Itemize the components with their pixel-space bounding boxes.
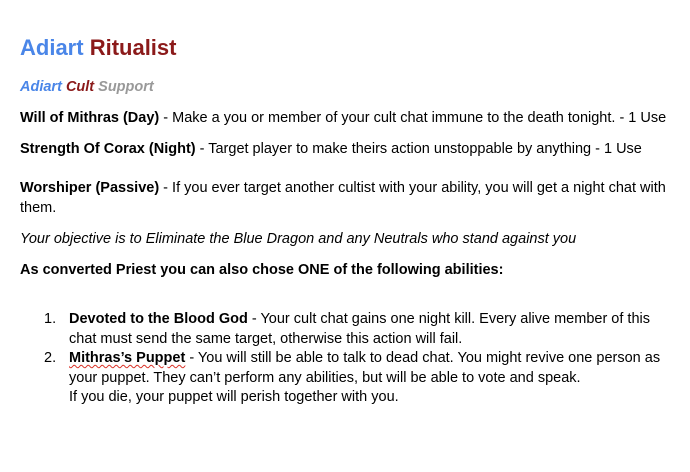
title-word-ritualist: Ritualist <box>89 35 177 60</box>
subtitle-category: Support <box>98 79 154 95</box>
converted-abilities-heading: As converted Priest you can also chose O… <box>20 262 504 278</box>
option-name: Mithras’s Puppet <box>69 350 186 366</box>
objective-text: Your objective is to Eliminate the Blue … <box>20 231 577 247</box>
ability-description: - Target player to make theirs action un… <box>195 141 642 157</box>
list-item: 2. Mithras’s Puppet - You will still be … <box>20 349 670 408</box>
ability-worshiper: Worshiper (Passive) - If you ever target… <box>20 178 670 218</box>
role-subtitle: Adiart Cult Support <box>20 79 154 95</box>
title-word-adiart: Adiart <box>20 35 84 60</box>
ability-strength-of-corax: Strength Of Corax (Night) - Target playe… <box>20 139 670 159</box>
ability-name: Worshiper (Passive) <box>20 180 160 196</box>
ability-will-of-mithras: Will of Mithras (Day) - Make a you or me… <box>20 108 670 128</box>
ability-description: - Make a you or member of your cult chat… <box>159 110 667 126</box>
page-title: Adiart Ritualist <box>20 35 176 61</box>
converted-abilities-list: 1. Devoted to the Blood God - Your cult … <box>20 310 670 408</box>
list-number: 2. <box>44 350 57 366</box>
subtitle-faction: Adiart <box>20 79 62 95</box>
subtitle-alignment: Cult <box>65 79 95 95</box>
list-number: 1. <box>44 311 57 327</box>
option-extra-description: If you die, your puppet will perish toge… <box>69 389 399 405</box>
ability-name: Will of Mithras (Day) <box>20 110 160 126</box>
ability-name: Strength Of Corax (Night) <box>20 141 196 157</box>
list-item: 1. Devoted to the Blood God - Your cult … <box>20 310 670 349</box>
option-name: Devoted to the Blood God <box>69 311 248 327</box>
